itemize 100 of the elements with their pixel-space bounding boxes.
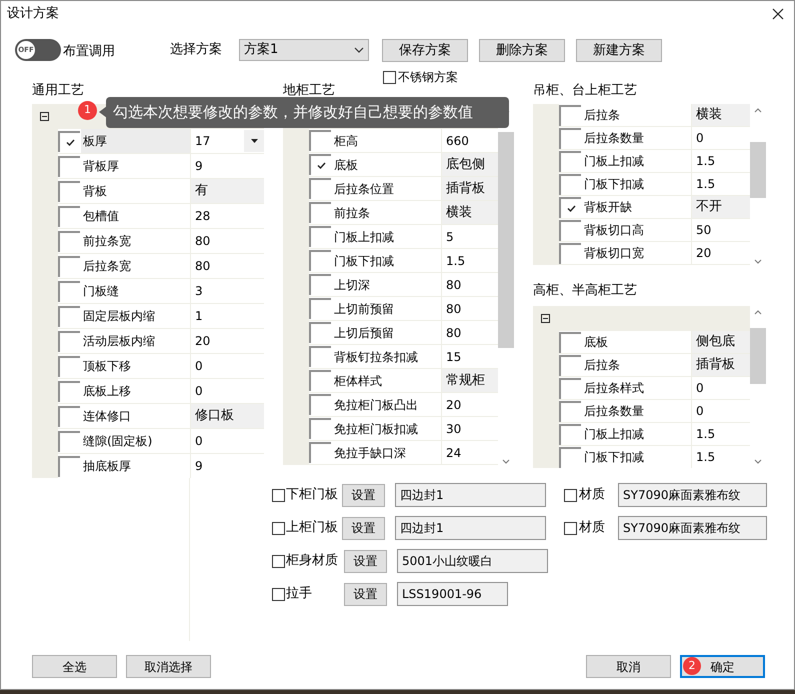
checkbox[interactable] [272, 554, 285, 568]
scroll-down-icon[interactable] [754, 259, 762, 264]
close-icon[interactable] [772, 8, 784, 20]
checkbox[interactable] [559, 174, 581, 194]
property-value[interactable]: 插背板 [691, 354, 750, 377]
checkbox[interactable] [58, 256, 80, 276]
checkbox[interactable] [309, 418, 331, 439]
property-value[interactable]: 0 [190, 379, 264, 404]
checkbox[interactable] [58, 230, 80, 252]
property-value[interactable]: 1.5 [691, 423, 750, 446]
checkbox[interactable] [309, 178, 331, 199]
property-value[interactable]: 0 [691, 400, 750, 423]
checkbox[interactable] [58, 430, 80, 452]
checkbox[interactable] [309, 298, 331, 319]
property-value[interactable]: 20 [691, 242, 750, 265]
checkbox[interactable] [559, 150, 581, 172]
property-value[interactable]: 不开 [691, 196, 750, 219]
checkbox[interactable] [58, 180, 80, 202]
checkbox[interactable] [309, 274, 331, 295]
property-value[interactable]: 0 [691, 377, 750, 400]
checkbox[interactable] [559, 196, 581, 218]
scheme-button[interactable]: 删除方案 [479, 39, 565, 62]
checkbox[interactable] [564, 522, 577, 534]
property-value[interactable]: 1.5 [691, 173, 750, 196]
checkbox[interactable] [58, 356, 80, 376]
footer-button[interactable]: 取消选择 [126, 655, 211, 678]
checkbox[interactable] [309, 202, 331, 223]
property-value[interactable]: 660 [441, 129, 498, 153]
checkbox[interactable] [309, 370, 331, 391]
checkbox[interactable] [564, 488, 577, 502]
property-value[interactable]: 3 [190, 279, 264, 304]
checkbox[interactable] [58, 206, 80, 226]
settings-button[interactable]: 设置 [342, 516, 385, 540]
property-value[interactable]: 9 [190, 154, 264, 179]
property-value[interactable]: 底包侧 [441, 153, 498, 177]
checkbox[interactable] [559, 400, 581, 422]
checkbox[interactable] [309, 346, 331, 367]
property-value[interactable]: 侧包底 [691, 331, 750, 354]
property-value[interactable]: 1 [190, 304, 264, 329]
property-value[interactable]: 0 [691, 127, 750, 150]
checkbox[interactable] [272, 522, 285, 534]
checkbox[interactable] [309, 226, 331, 247]
property-value[interactable]: 15 [441, 345, 498, 369]
checkbox[interactable] [58, 130, 80, 152]
settings-button[interactable]: 设置 [344, 582, 387, 606]
scroll-up-icon[interactable] [754, 108, 762, 113]
scroll-up-icon[interactable] [754, 310, 762, 315]
checkbox[interactable] [559, 332, 581, 352]
checkbox[interactable] [559, 378, 581, 398]
scrollbar-thumb[interactable] [750, 142, 766, 198]
property-value[interactable]: 24 [441, 441, 498, 465]
checkbox[interactable] [309, 130, 331, 151]
checkbox[interactable] [309, 394, 331, 415]
checkbox[interactable] [58, 380, 80, 402]
scrollbar-thumb[interactable] [750, 328, 766, 384]
checkbox[interactable] [58, 406, 80, 426]
property-value[interactable]: 0 [190, 354, 264, 379]
property-value[interactable]: 80 [441, 321, 498, 345]
property-value[interactable]: 5 [441, 225, 498, 249]
property-value[interactable]: 修口板 [190, 404, 264, 429]
checkbox[interactable] [272, 588, 285, 600]
scheme-button[interactable]: 新建方案 [576, 39, 662, 62]
property-value[interactable]: 50 [691, 219, 750, 242]
property-value[interactable]: 80 [190, 254, 264, 279]
checkbox[interactable] [559, 424, 581, 444]
checkbox[interactable] [559, 354, 581, 376]
property-value[interactable]: 有 [190, 179, 264, 204]
settings-button[interactable]: 设置 [344, 550, 387, 572]
property-value[interactable]: 80 [190, 229, 264, 254]
checkbox[interactable] [272, 488, 285, 502]
property-value[interactable]: 28 [190, 204, 264, 229]
settings-button[interactable]: 设置 [342, 484, 385, 506]
property-value[interactable]: 80 [441, 273, 498, 297]
collapse-icon[interactable] [40, 112, 49, 121]
property-value[interactable]: 20 [441, 393, 498, 417]
checkbox[interactable] [309, 442, 331, 463]
footer-button[interactable]: 全选 [32, 655, 117, 678]
checkbox[interactable] [383, 70, 396, 84]
checkbox[interactable] [58, 306, 80, 326]
checkbox[interactable] [559, 242, 581, 264]
checkbox[interactable] [559, 220, 581, 240]
property-value[interactable]: 1.5 [691, 150, 750, 173]
property-value[interactable]: 横装 [691, 104, 750, 127]
collapse-icon[interactable] [541, 314, 550, 323]
scroll-down-icon[interactable] [754, 459, 762, 464]
checkbox[interactable] [559, 104, 581, 126]
property-value[interactable]: 常规柜 [441, 369, 498, 393]
property-value[interactable]: 0 [190, 429, 264, 454]
property-value[interactable]: 横装 [441, 201, 498, 225]
checkbox[interactable] [309, 322, 331, 343]
checkbox[interactable] [58, 156, 80, 176]
property-value[interactable]: 80 [441, 297, 498, 321]
checkbox[interactable] [58, 330, 80, 352]
scroll-down-icon[interactable] [502, 459, 510, 464]
scrollbar-thumb[interactable] [498, 132, 514, 348]
property-value[interactable]: 1.5 [441, 249, 498, 273]
checkbox[interactable] [58, 280, 80, 302]
scheme-select[interactable]: 方案1 [239, 39, 369, 61]
checkbox[interactable] [559, 128, 581, 148]
value-dropdown[interactable]: 17 [190, 129, 264, 154]
